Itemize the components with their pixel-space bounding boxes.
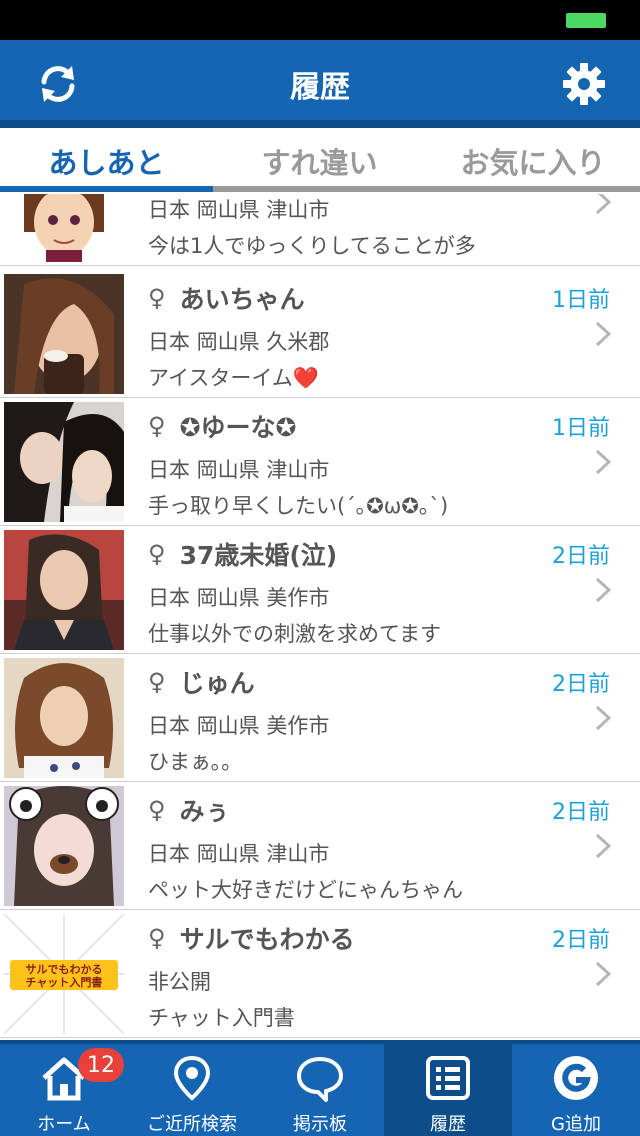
tabbar-label: 掲示板 [293,1114,347,1135]
notification-badge: 12 [78,1048,124,1082]
location-text: 日本 岡山県 美作市 [148,714,330,738]
message-text: 仕事以外での刺激を求めてます [148,622,441,646]
tabbar-label: G追加 [551,1114,601,1135]
avatar [4,402,124,522]
page-title: 履歴 [290,70,350,105]
location-text: 日本 岡山県 津山市 [148,198,330,222]
name-line: ♀ あいちゃん [148,280,305,316]
tab-active-indicator [0,186,213,192]
list-item[interactable]: ♀ ✪ゆーな✪ 1日前 日本 岡山県 津山市 手っ取り早くしたい(´｡✪ω✪｡`… [0,398,640,526]
avatar-text-line1: サルでもわかる [26,963,103,976]
message-text: ペット大好きだけどにゃんちゃん [148,878,463,902]
user-name: みぅ [179,797,230,826]
chevron-right-icon [594,832,612,860]
list-item[interactable]: 日本 岡山県 津山市 今は1人でゆっくりしてることが多 [0,194,640,266]
timestamp: 1日前 [552,288,610,313]
chevron-right-icon [594,576,612,604]
message-text: 手っ取り早くしたい(´｡✪ω✪｡`) [148,494,449,518]
user-name: 37歳未婚(泣) [179,541,338,570]
battery-icon [566,13,606,28]
avatar [4,786,124,906]
tabbar-item-home[interactable]: 12 ホーム [0,1044,128,1136]
timestamp: 2日前 [552,672,610,697]
chevron-right-icon [594,960,612,988]
timestamp: 2日前 [552,928,610,953]
user-name: あいちゃん [179,285,305,314]
female-icon: ♀ [148,412,166,440]
name-line: ♀ 37歳未婚(泣) [148,536,337,572]
name-line: ♀ ✪ゆーな✪ [148,408,296,444]
history-tabs: あしあと すれ違い お気に入り [0,128,640,194]
female-icon: ♀ [148,540,166,568]
list-item[interactable]: ♀ あいちゃん 1日前 日本 岡山県 久米郡 アイスターイム❤️ [0,270,640,398]
tabbar-item-nearby-search[interactable]: ご近所検索 [128,1044,256,1136]
chevron-right-icon [594,320,612,348]
female-icon: ♀ [148,284,166,312]
timestamp: 2日前 [552,544,610,569]
location-text: 非公開 [148,970,211,994]
tabbar-item-g-add[interactable]: G追加 [512,1044,640,1136]
name-line: ♀ サルでもわかる [148,920,355,956]
avatar-text-line2: チャット入門書 [26,975,103,989]
avatar: サルでもわかる チャット入門書 [4,914,124,1034]
tabbar-label: 履歴 [430,1114,466,1135]
user-name: ✪ゆーな✪ [179,413,297,442]
list-item[interactable]: サルでもわかる チャット入門書 ♀ サルでもわかる 2日前 非公開 チャット入門… [0,910,640,1038]
message-text: チャット入門書 [148,1006,295,1030]
user-name: サルでもわかる [179,925,355,954]
avatar [4,194,124,262]
chevron-right-icon [594,448,612,476]
list-item[interactable]: ♀ みぅ 2日前 日本 岡山県 津山市 ペット大好きだけどにゃんちゃん [0,782,640,910]
tabbar-item-board[interactable]: 掲示板 [256,1044,384,1136]
user-name: じゅん [179,669,255,698]
message-text: アイスターイム❤️ [148,366,320,390]
female-icon: ♀ [148,668,166,696]
female-icon: ♀ [148,924,166,952]
tab-footprints[interactable]: あしあと [0,128,213,194]
status-bar [0,0,640,40]
location-text: 日本 岡山県 久米郡 [148,330,330,354]
location-text: 日本 岡山県 津山市 [148,842,330,866]
history-list: 日本 岡山県 津山市 今は1人でゆっくりしてることが多 ♀ あいちゃん 1日前 … [0,194,640,1040]
avatar [4,530,124,650]
avatar [4,274,124,394]
list-item[interactable]: ♀ 37歳未婚(泣) 2日前 日本 岡山県 美作市 仕事以外での刺激を求めてます [0,526,640,654]
g-add-icon [552,1054,600,1102]
chevron-right-icon [594,194,612,216]
location-text: 日本 岡山県 美作市 [148,586,330,610]
history-list-icon [424,1054,472,1102]
chevron-right-icon [594,704,612,732]
name-line: ♀ じゅん [148,664,255,700]
tabbar-item-history[interactable]: 履歴 [384,1044,512,1136]
location-text: 日本 岡山県 津山市 [148,458,330,482]
tabbar-label: ご近所検索 [147,1114,237,1135]
navigation-bar: 履歴 [0,40,640,128]
message-text: 今は1人でゆっくりしてることが多 [148,234,476,258]
bottom-tab-bar: 12 ホーム ご近所検索 掲示板 履歴 G追加 [0,1040,640,1136]
timestamp: 1日前 [552,416,610,441]
female-icon: ♀ [148,796,166,824]
gear-icon[interactable] [562,62,606,106]
list-item[interactable]: ♀ じゅん 2日前 日本 岡山県 美作市 ひまぁ。。 [0,654,640,782]
name-line: ♀ みぅ [148,792,230,828]
tabbar-label: ホーム [37,1114,91,1135]
chat-bubble-icon [296,1054,344,1102]
tab-passed-by[interactable]: すれ違い [213,128,426,194]
location-pin-icon [168,1054,216,1102]
tab-favorites[interactable]: お気に入り [426,128,640,194]
timestamp: 2日前 [552,800,610,825]
message-text: ひまぁ。。 [148,750,243,774]
avatar [4,658,124,778]
